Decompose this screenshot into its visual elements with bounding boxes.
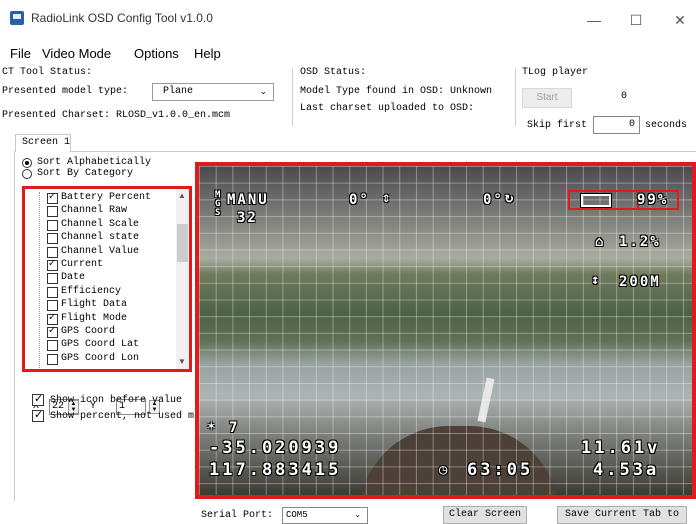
- show-percent-label: Show percent, not used m: [50, 411, 195, 422]
- charset-line: Presented Charset: RLOSD_v1.0.0_en.mcm: [2, 110, 231, 121]
- seconds-label: seconds: [645, 120, 688, 131]
- item-checkbox[interactable]: [47, 258, 58, 271]
- item-checkbox[interactable]: [47, 273, 58, 285]
- show-icon-checkbox[interactable]: [32, 392, 44, 406]
- serial-port-value: COM5: [286, 510, 308, 520]
- home-icon: ⌂: [595, 234, 606, 250]
- item-label: Battery Percent: [61, 192, 152, 203]
- item-label: Channel Value: [61, 245, 140, 257]
- clock-icon: ◷: [439, 462, 450, 478]
- osd-preview[interactable]: MGS MANU 32 0° ⇕ 0° ↻ 99% ⌂ 1.2% ↕ 200M …: [195, 162, 696, 499]
- osd-item-list[interactable]: Battery Percent Channel RawChannel Scale C…: [22, 186, 192, 372]
- item-label: GPS Coord Lat: [61, 339, 140, 351]
- item-checkbox[interactable]: [47, 300, 58, 312]
- sort-category-label: Sort By Category: [37, 168, 134, 179]
- item-label: GPS Coord: [61, 326, 116, 337]
- menu-file[interactable]: File: [10, 46, 31, 61]
- item-label: Flight Data: [61, 299, 128, 311]
- roll-icon: ↻: [505, 190, 516, 206]
- osd-altitude[interactable]: 200M: [619, 274, 661, 290]
- sort-alpha-radio[interactable]: [22, 158, 32, 168]
- sort-alpha-label: Sort Alphabetically: [37, 157, 152, 168]
- skip-first-label: Skip first: [527, 120, 588, 131]
- osd-rssi[interactable]: 1.2%: [619, 234, 661, 250]
- model-type-value: Plane: [163, 86, 194, 97]
- scroll-up-icon[interactable]: ▲: [178, 191, 186, 200]
- title-bar: RadioLink OSD Config Tool v1.0.0 — ☐ ✕: [0, 0, 696, 40]
- model-type-select[interactable]: Plane ⌄: [152, 83, 274, 101]
- item-label: Date: [61, 272, 86, 284]
- item-label: Channel state: [61, 232, 140, 244]
- altitude-icon: ↕: [591, 272, 602, 288]
- osd-voltage[interactable]: 11.61v: [581, 438, 660, 458]
- show-icon-label: Show icon before value: [50, 395, 183, 406]
- osd-battery-percent[interactable]: 99%: [637, 192, 668, 208]
- maximize-button[interactable]: ☐: [616, 8, 656, 32]
- tlog-start-button[interactable]: Start: [522, 88, 572, 108]
- list-scrollbar[interactable]: ▲ ▼: [176, 189, 189, 369]
- skip-first-input[interactable]: 0: [593, 116, 640, 134]
- osd-status-heading: OSD Status:: [300, 67, 367, 78]
- item-checkbox[interactable]: [47, 191, 58, 204]
- item-label: Channel Raw: [61, 205, 128, 217]
- ct-status-heading: CT Tool Status:: [2, 67, 93, 78]
- menu-options[interactable]: Options: [134, 46, 179, 61]
- tlog-value: 0: [621, 91, 628, 102]
- window-title: RadioLink OSD Config Tool v1.0.0: [31, 11, 213, 25]
- save-tab-button[interactable]: Save Current Tab to: [557, 506, 687, 524]
- osd-gps-lat[interactable]: -35.020939: [209, 438, 341, 458]
- osd-flight-mode[interactable]: MANU: [227, 192, 269, 208]
- serial-port-select[interactable]: COM5 ⌄: [282, 507, 368, 524]
- tab-screen-1[interactable]: Screen 1: [15, 134, 71, 152]
- osd-speed[interactable]: 32: [237, 210, 258, 226]
- osd-gps-lon[interactable]: 117.883415: [209, 460, 341, 480]
- tree-line: [39, 192, 40, 369]
- item-label: Flight Mode: [61, 312, 128, 324]
- scroll-thumb[interactable]: [177, 224, 188, 262]
- pitch-icon: ⇕: [382, 190, 393, 206]
- menu-video-mode[interactable]: Video Mode: [42, 46, 111, 61]
- item-label: Current: [61, 259, 104, 270]
- mode-icon: MGS: [215, 190, 221, 218]
- item-checkbox[interactable]: [47, 286, 58, 298]
- osd-charset-line: Last charset uploaded to OSD:: [300, 103, 475, 114]
- item-checkbox[interactable]: [47, 206, 58, 218]
- chevron-down-icon: ⌄: [354, 511, 361, 520]
- sort-category-radio[interactable]: [22, 169, 32, 179]
- model-type-label: Presented model type:: [2, 86, 129, 97]
- separator: [515, 68, 516, 126]
- osd-current[interactable]: 4.53a: [593, 460, 659, 480]
- osd-flight-time[interactable]: 63:05: [467, 460, 533, 480]
- osd-heading-a[interactable]: 0°: [349, 192, 370, 208]
- app-icon: [10, 11, 24, 25]
- separator: [292, 68, 293, 126]
- item-checkbox[interactable]: [47, 219, 58, 231]
- item-checkbox[interactable]: [47, 246, 58, 258]
- show-percent-checkbox[interactable]: [32, 408, 44, 422]
- minimize-button[interactable]: —: [574, 8, 614, 32]
- osd-model-line: Model Type found in OSD: Unknown: [300, 86, 493, 97]
- item-label: GPS Coord Lon: [61, 352, 140, 364]
- item-checkbox[interactable]: [47, 312, 58, 325]
- item-checkbox[interactable]: [47, 233, 58, 245]
- clear-screen-button[interactable]: Clear Screen: [443, 506, 527, 524]
- osd-heading-b[interactable]: 0°: [483, 192, 504, 208]
- serial-port-label: Serial Port:: [201, 510, 274, 521]
- satellite-icon: ✶: [207, 418, 218, 434]
- item-label: Efficiency: [61, 285, 122, 297]
- tlog-heading: TLog player: [522, 67, 589, 78]
- scroll-down-icon[interactable]: ▼: [178, 357, 186, 366]
- menu-help[interactable]: Help: [194, 46, 221, 61]
- item-checkbox[interactable]: [47, 340, 58, 352]
- chevron-down-icon: ⌄: [259, 87, 267, 97]
- item-label: Channel Scale: [61, 218, 140, 230]
- close-button[interactable]: ✕: [660, 8, 696, 32]
- item-checkbox[interactable]: [47, 325, 58, 338]
- menu-bar: File Video Mode Options Help: [0, 42, 696, 62]
- item-checkbox[interactable]: [47, 353, 58, 365]
- battery-icon: [581, 194, 611, 207]
- osd-sats[interactable]: 7: [229, 420, 239, 436]
